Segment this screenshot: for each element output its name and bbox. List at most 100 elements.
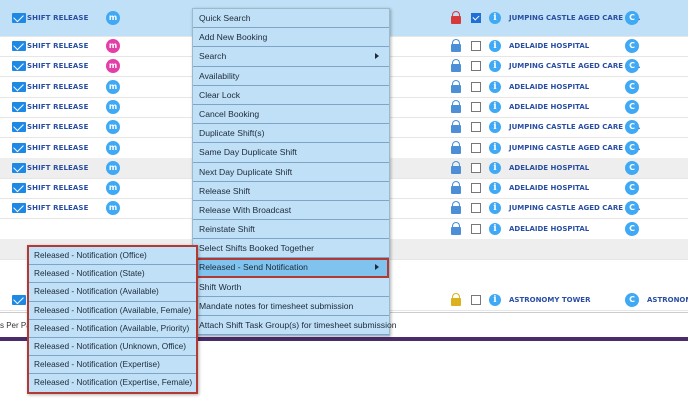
info-icon[interactable]: i xyxy=(489,100,501,113)
menu-item-search[interactable]: Search xyxy=(193,47,389,67)
info-icon[interactable]: i xyxy=(489,161,501,174)
menu-item-select-shifts-booked-together[interactable]: Select Shifts Booked Together xyxy=(193,239,389,259)
mail-icon[interactable] xyxy=(12,122,26,133)
menu-item-attach-shift-task-group-s-for-timesheet-submission[interactable]: Attach Shift Task Group(s) for timesheet… xyxy=(193,316,397,336)
c-badge-icon[interactable]: C xyxy=(625,201,639,216)
menu-item-add-new-booking[interactable]: Add New Booking xyxy=(193,28,389,48)
mail-icon[interactable] xyxy=(12,13,26,23)
location-name[interactable]: ASTRONOMY TOWER xyxy=(509,296,590,304)
row-checkbox[interactable] xyxy=(471,61,481,72)
lock-icon[interactable] xyxy=(451,59,461,73)
c-badge-icon[interactable]: C xyxy=(625,11,639,25)
location-name[interactable]: ADELAIDE HOSPITAL xyxy=(509,184,589,192)
menu-item-same-day-duplicate-shift[interactable]: Same Day Duplicate Shift xyxy=(193,143,389,163)
submenu-item-released-notification-available-priority[interactable]: Released - Notification (Available, Prio… xyxy=(29,320,196,338)
lock-icon[interactable] xyxy=(451,120,461,134)
mail-icon[interactable] xyxy=(12,142,26,153)
menu-item-shift-worth[interactable]: Shift Worth xyxy=(193,278,389,297)
lock-icon[interactable] xyxy=(451,140,461,154)
mail-icon[interactable] xyxy=(12,81,26,92)
submenu-item-released-notification-available[interactable]: Released - Notification (Available) xyxy=(29,283,196,302)
location-name[interactable]: JUMPING CASTLE AGED CARE M... xyxy=(509,144,640,152)
c-badge-icon[interactable]: C xyxy=(625,79,639,94)
menu-item-reinstate-shift[interactable]: Reinstate Shift xyxy=(193,220,389,240)
submenu-item-released-notification-available-female[interactable]: Released - Notification (Available, Fema… xyxy=(29,302,196,320)
info-icon[interactable]: i xyxy=(489,121,501,134)
row-checkbox[interactable] xyxy=(471,41,481,51)
menu-item-release-with-broadcast[interactable]: Release With Broadcast xyxy=(193,201,389,221)
menu-item-availability[interactable]: Availability xyxy=(193,67,389,86)
info-icon[interactable]: i xyxy=(489,40,501,52)
info-icon[interactable]: i xyxy=(489,202,501,215)
c-badge-icon[interactable]: C xyxy=(625,181,639,196)
lock-icon[interactable] xyxy=(451,11,461,24)
menu-item-quick-search[interactable]: Quick Search xyxy=(193,9,389,29)
menu-item-next-day-duplicate-shift[interactable]: Next Day Duplicate Shift xyxy=(193,163,389,182)
mail-icon[interactable] xyxy=(12,295,26,305)
m-badge-icon[interactable]: m xyxy=(106,181,120,196)
c-badge-icon[interactable]: C xyxy=(625,160,639,175)
m-badge-icon[interactable]: m xyxy=(106,11,120,25)
info-icon[interactable]: i xyxy=(489,294,501,306)
location-name[interactable]: JUMPING CASTLE AGED CARE M... xyxy=(509,62,640,70)
c-badge-icon[interactable]: C xyxy=(625,59,639,74)
menu-item-cancel-booking[interactable]: Cancel Booking xyxy=(193,105,389,125)
row-checkbox[interactable] xyxy=(471,295,481,305)
row-checkbox[interactable] xyxy=(471,203,481,214)
c-badge-icon[interactable]: C xyxy=(625,140,639,155)
m-badge-icon[interactable]: m xyxy=(106,120,120,135)
menu-item-duplicate-shift-s[interactable]: Duplicate Shift(s) xyxy=(193,124,389,144)
c-badge-icon[interactable]: C xyxy=(625,293,639,307)
mail-icon[interactable] xyxy=(12,41,26,51)
mail-icon[interactable] xyxy=(12,162,26,173)
m-badge-icon[interactable]: m xyxy=(106,39,120,53)
menu-item-clear-lock[interactable]: Clear Lock xyxy=(193,86,389,105)
m-badge-icon[interactable]: m xyxy=(106,140,120,155)
location-name[interactable]: ADELAIDE HOSPITAL xyxy=(509,83,589,91)
location-name[interactable]: ADELAIDE HOSPITAL xyxy=(509,164,589,172)
row-checkbox[interactable] xyxy=(471,162,481,173)
info-icon[interactable]: i xyxy=(489,182,501,195)
info-icon[interactable]: i xyxy=(489,60,501,73)
mail-icon[interactable] xyxy=(12,183,26,194)
submenu-item-released-notification-expertise[interactable]: Released - Notification (Expertise) xyxy=(29,356,196,375)
c-badge-icon[interactable]: C xyxy=(625,99,639,114)
lock-icon[interactable] xyxy=(451,79,461,93)
lock-icon[interactable] xyxy=(451,99,461,113)
lock-icon[interactable] xyxy=(451,221,461,235)
submenu-item-released-notification-expertise-female[interactable]: Released - Notification (Expertise, Fema… xyxy=(29,374,196,391)
lock-icon[interactable] xyxy=(451,160,461,174)
m-badge-icon[interactable]: m xyxy=(106,201,120,216)
submenu-item-released-notification-state[interactable]: Released - Notification (State) xyxy=(29,265,196,284)
location-name[interactable]: ADELAIDE HOSPITAL xyxy=(509,225,589,233)
row-checkbox[interactable] xyxy=(471,142,481,153)
menu-item-release-shift[interactable]: Release Shift xyxy=(193,182,389,201)
mail-icon[interactable] xyxy=(12,101,26,112)
c-badge-icon[interactable]: C xyxy=(625,120,639,135)
info-icon[interactable]: i xyxy=(489,222,501,235)
row-checkbox[interactable] xyxy=(471,81,481,92)
c-badge-icon[interactable]: C xyxy=(625,39,639,53)
m-badge-icon[interactable]: m xyxy=(106,59,120,74)
submenu-item-released-notification-office[interactable]: Released - Notification (Office) xyxy=(29,247,196,266)
location-name[interactable]: JUMPING CASTLE AGED CARE M... xyxy=(509,204,640,212)
info-icon[interactable]: i xyxy=(489,80,501,93)
location-name[interactable]: JUMPING CASTLE AGED CARE M... xyxy=(509,123,640,131)
lock-icon[interactable] xyxy=(451,293,461,306)
location-name[interactable]: ADELAIDE HOSPITAL xyxy=(509,42,589,50)
m-badge-icon[interactable]: m xyxy=(106,160,120,175)
lock-icon[interactable] xyxy=(451,181,461,195)
location-name[interactable]: ADELAIDE HOSPITAL xyxy=(509,103,589,111)
location-name[interactable]: JUMPING CASTLE AGED CARE M... xyxy=(509,14,640,22)
menu-item-mandate-notes-for-timesheet-submission[interactable]: Mandate notes for timesheet submission xyxy=(193,297,389,316)
row-checkbox[interactable] xyxy=(471,122,481,133)
row-checkbox[interactable] xyxy=(471,223,481,234)
m-badge-icon[interactable]: m xyxy=(106,79,120,94)
menu-item-released-send-notification[interactable]: Released - Send Notification xyxy=(193,258,389,278)
info-icon[interactable]: i xyxy=(489,12,501,24)
lock-icon[interactable] xyxy=(451,39,461,52)
row-checkbox[interactable] xyxy=(471,101,481,112)
m-badge-icon[interactable]: m xyxy=(106,99,120,114)
c-badge-icon[interactable]: C xyxy=(625,221,639,236)
row-checkbox[interactable] xyxy=(471,183,481,194)
